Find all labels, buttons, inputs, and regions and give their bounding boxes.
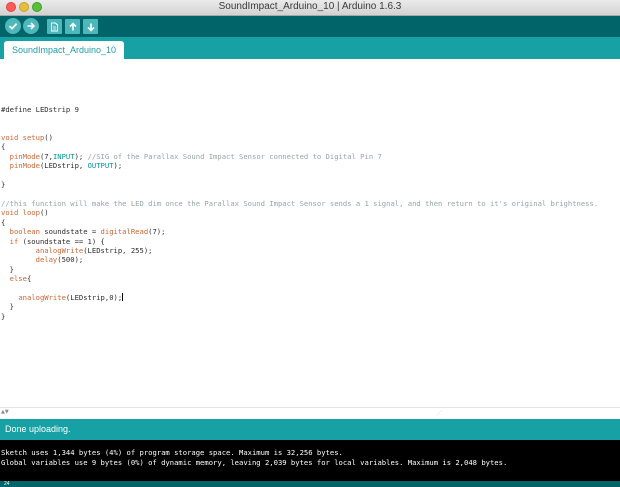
code-token: analogWrite bbox=[18, 292, 66, 302]
code-token: } bbox=[1, 180, 6, 190]
code-token: () bbox=[44, 133, 53, 143]
code-token: pinMode bbox=[9, 161, 40, 171]
code-token: else bbox=[9, 274, 27, 284]
code-token: (LEDstrip, bbox=[39, 161, 88, 171]
console-line: Sketch uses 1,344 bytes (4%) of program … bbox=[1, 448, 343, 457]
code-token: (7, bbox=[39, 151, 53, 161]
code-line: #define LEDstrip 9 bbox=[1, 105, 79, 114]
code-line: } bbox=[1, 180, 5, 189]
code-token: } bbox=[1, 264, 14, 274]
code-token: { bbox=[26, 274, 32, 284]
code-token: () bbox=[39, 208, 49, 218]
code-token: ); bbox=[74, 151, 88, 161]
open-button[interactable] bbox=[65, 19, 80, 34]
code-line: } bbox=[1, 312, 5, 321]
code-editor[interactable]: #define LEDstrip 9 void setup() { pinMod… bbox=[0, 59, 620, 407]
code-line: void loop() bbox=[1, 208, 49, 217]
code-line: //this function will make the LED dim on… bbox=[1, 199, 598, 208]
toolbar bbox=[0, 16, 620, 37]
footer-bar: 24 bbox=[0, 481, 620, 487]
code-token: (7); bbox=[148, 227, 166, 237]
new-button[interactable] bbox=[47, 19, 62, 34]
code-text[interactable]: #define LEDstrip 9 void setup() { pinMod… bbox=[1, 86, 598, 321]
code-line: analogWrite(LEDstrip, 255); bbox=[1, 245, 153, 255]
text-cursor bbox=[122, 292, 124, 301]
code-token: //this function will make the LED dim on… bbox=[1, 198, 599, 208]
code-line: pinMode(7,INPUT); //SIG of the Parallax … bbox=[1, 152, 382, 161]
resize-handle-icon[interactable]: ⋰ bbox=[436, 410, 442, 417]
check-icon bbox=[8, 22, 18, 30]
code-token: (LEDstrip, 255); bbox=[83, 245, 153, 255]
console-line: Global variables use 9 bytes (0%) of dyn… bbox=[1, 458, 508, 467]
code-line: analogWrite(LEDstrip,0); bbox=[1, 292, 124, 302]
console-lines: Sketch uses 1,344 bytes (4%) of program … bbox=[1, 448, 507, 468]
save-button[interactable] bbox=[83, 19, 98, 34]
code-token: delay bbox=[35, 255, 58, 265]
status-bar: Done uploading. bbox=[0, 419, 620, 440]
console-output: Sketch uses 1,344 bytes (4%) of program … bbox=[0, 440, 620, 481]
code-token: soundstate = bbox=[39, 227, 101, 237]
window-titlebar: SoundImpact_Arduino_10 | Arduino 1.6.3 bbox=[0, 0, 620, 16]
code-line: boolean soundstate = digitalRead(7); bbox=[1, 227, 166, 237]
new-file-icon bbox=[51, 22, 58, 31]
code-token: } bbox=[1, 311, 6, 321]
code-token: OUTPUT bbox=[87, 161, 114, 171]
code-line: } bbox=[1, 302, 14, 311]
code-token: if bbox=[9, 236, 19, 246]
status-message: Done uploading. bbox=[5, 424, 71, 434]
code-token: (500); bbox=[57, 255, 84, 265]
code-line: { bbox=[1, 218, 5, 227]
code-token: //SIG of the Parallax Sound Impact Senso… bbox=[87, 151, 382, 161]
tab-soundimpact-arduino-10[interactable]: SoundImpact_Arduino_10 bbox=[4, 41, 124, 59]
code-line: if (soundstate == 1) { bbox=[1, 237, 105, 246]
code-token: boolean bbox=[9, 227, 40, 237]
code-token: digitalRead bbox=[100, 227, 149, 237]
code-line: delay(500); bbox=[1, 255, 84, 265]
code-token: setup bbox=[22, 133, 45, 143]
code-line: else{ bbox=[1, 274, 32, 284]
code-token: { bbox=[1, 142, 6, 152]
code-token: loop bbox=[22, 208, 40, 218]
arrow-up-icon bbox=[68, 21, 77, 30]
code-line: pinMode(LEDstrip, OUTPUT); bbox=[1, 161, 123, 171]
code-token: void bbox=[1, 133, 19, 143]
code-token: { bbox=[1, 217, 6, 227]
scroll-arrows-icon[interactable]: ▲▼ bbox=[1, 409, 9, 415]
code-line: { bbox=[1, 142, 5, 151]
arrow-right-icon bbox=[27, 22, 36, 30]
code-token: (LEDstrip,0); bbox=[65, 292, 123, 302]
code-token: void bbox=[1, 208, 19, 218]
code-token: #define LEDstrip 9 bbox=[1, 104, 79, 114]
arrow-down-icon bbox=[86, 23, 95, 32]
code-token: (soundstate == 1) { bbox=[18, 236, 105, 246]
code-token: analogWrite bbox=[35, 245, 84, 255]
tab-bar: SoundImpact_Arduino_10 bbox=[0, 37, 620, 59]
verify-button[interactable] bbox=[5, 18, 21, 34]
code-line: void setup() bbox=[1, 133, 53, 142]
code-line: } bbox=[1, 265, 14, 274]
upload-button[interactable] bbox=[23, 18, 39, 34]
editor-scroll-strip: ▲▼ ⋰ bbox=[0, 407, 620, 419]
code-token: } bbox=[1, 302, 14, 312]
window-title: SoundImpact_Arduino_10 | Arduino 1.6.3 bbox=[218, 1, 402, 12]
code-token: pinMode bbox=[9, 151, 40, 161]
code-token: INPUT bbox=[52, 151, 75, 161]
code-token: ); bbox=[113, 161, 123, 171]
line-number: 24 bbox=[4, 481, 10, 487]
